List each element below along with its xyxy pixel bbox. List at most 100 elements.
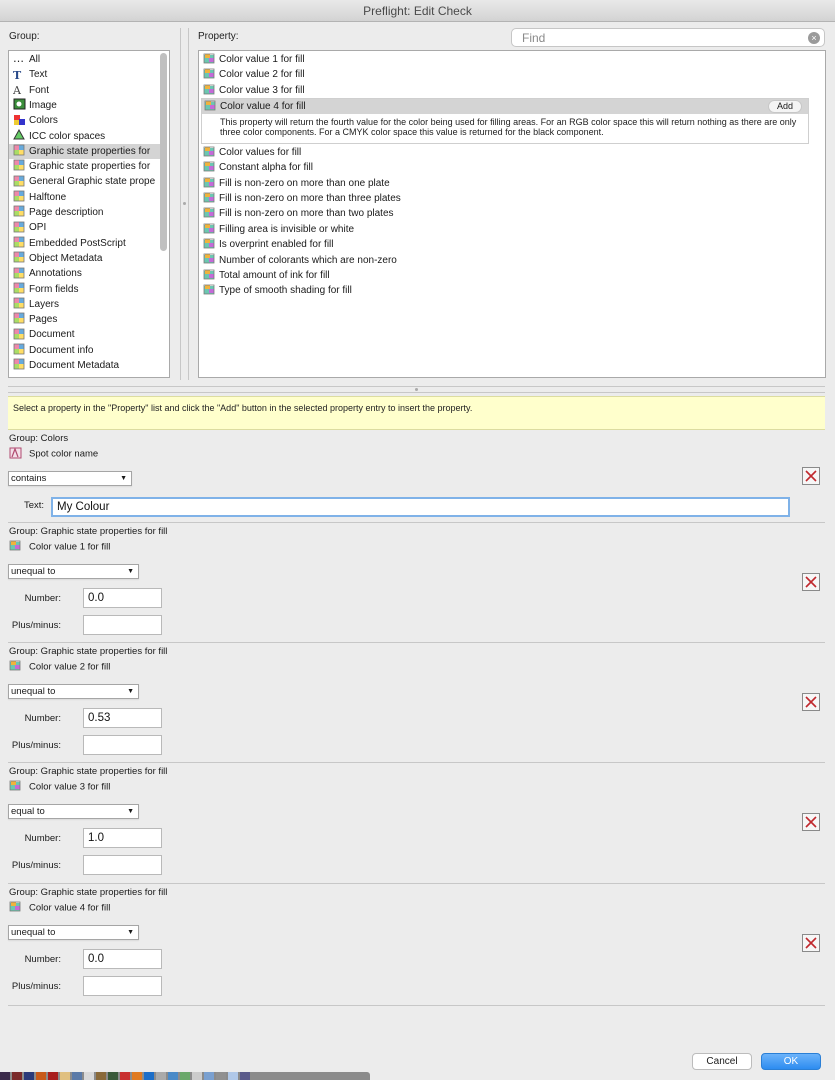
graphic-state-fill-icon (203, 192, 215, 203)
graphic-state-fill-icon (13, 144, 26, 156)
group-item[interactable]: Image (13, 98, 163, 113)
group-item[interactable]: … All (13, 52, 163, 67)
group-item[interactable]: A Font (12, 83, 163, 98)
group-item[interactable]: Graphic state properties for (13, 159, 163, 174)
property-item[interactable]: Color value 2 for fill (203, 67, 305, 82)
criterion-group-label: Group: Graphic state properties for fill (9, 646, 168, 657)
remove-criterion-button[interactable] (802, 693, 820, 711)
property-item-label: Constant alpha for fill (219, 162, 313, 174)
page-description-icon (13, 205, 26, 217)
property-item[interactable]: Type of smooth shading for fill (203, 283, 352, 298)
graphic-state-fill-icon (9, 660, 22, 672)
ok-button[interactable]: OK (761, 1053, 821, 1070)
criterion-property-label: Color value 4 for fill (29, 902, 111, 914)
dock-app-icon (132, 1072, 142, 1080)
group-item[interactable]: Form fields (13, 282, 163, 297)
delete-x-icon (805, 816, 817, 828)
operator-select[interactable]: unequal to ▼ (8, 564, 139, 579)
graphic-state-fill-icon (9, 780, 22, 792)
delete-x-icon (805, 937, 817, 949)
group-item[interactable]: ICC color spaces (13, 128, 163, 144)
group-item[interactable]: OPI (13, 220, 163, 235)
group-list[interactable]: … All T Text A Font Image Colors ICC color space… (8, 50, 170, 378)
group-item[interactable]: Halftone (13, 190, 163, 205)
group-item-label: General Graphic state prope (29, 176, 156, 188)
text-field[interactable]: My Colour (51, 497, 790, 517)
group-item[interactable]: Embedded PostScript (13, 236, 163, 251)
property-item[interactable]: Color values for fill (203, 145, 301, 160)
plus-minus-field[interactable] (83, 976, 162, 996)
plus-minus-field[interactable] (83, 735, 162, 755)
selected-property-entry[interactable]: Color value 4 for fill Add This property… (201, 98, 809, 144)
group-item[interactable]: Document Metadata (13, 358, 163, 373)
property-item[interactable]: Color value 3 for fill (203, 83, 305, 98)
group-item-label: Text (29, 69, 48, 81)
graphic-state-fill-icon (203, 177, 215, 188)
group-item[interactable]: Layers (13, 297, 163, 312)
operator-select[interactable]: unequal to ▼ (8, 684, 139, 699)
graphic-state-fill-icon (203, 146, 215, 157)
property-item[interactable]: Fill is non-zero on more than one plate (203, 176, 390, 191)
dock-app-icon (84, 1072, 94, 1080)
group-item[interactable]: Pages (13, 312, 163, 327)
delete-x-icon (805, 470, 817, 482)
group-item[interactable]: Graphic state properties for (9, 143, 161, 159)
remove-criterion-button[interactable] (802, 573, 820, 591)
plus-minus-field[interactable] (83, 855, 162, 875)
criterion-property: Color value 1 for fill (9, 540, 110, 553)
remove-criterion-button[interactable] (802, 813, 820, 831)
group-item[interactable]: Colors (13, 113, 163, 128)
group-item-label: Document (29, 329, 75, 341)
text-field-label: Text: (23, 500, 44, 511)
clear-search-icon[interactable]: × (808, 32, 820, 44)
group-item[interactable]: General Graphic state prope (13, 174, 163, 189)
dock-app-icon (60, 1072, 70, 1080)
operator-select[interactable]: contains ▼ (8, 471, 132, 486)
criterion-property: Color value 2 for fill (9, 660, 110, 673)
property-item-label: Color value 3 for fill (219, 84, 305, 96)
group-item[interactable]: T Text (13, 67, 163, 82)
svg-text:…: … (13, 52, 24, 64)
property-item[interactable]: Is overprint enabled for fill (203, 237, 334, 252)
group-item[interactable]: Document (13, 327, 163, 342)
property-item[interactable]: Fill is non-zero on more than two plates (203, 206, 394, 221)
property-list[interactable]: Color value 1 for fill Color value 2 for … (198, 50, 826, 378)
property-item[interactable]: Total amount of ink for fill (203, 268, 330, 283)
icc-icon (13, 128, 26, 141)
property-item[interactable]: Fill is non-zero on more than three plat… (203, 191, 401, 206)
property-item[interactable]: Constant alpha for fill (203, 160, 313, 175)
remove-criterion-button[interactable] (802, 934, 820, 952)
number-field[interactable]: 0.53 (83, 708, 162, 728)
criterion-property-label: Spot color name (29, 448, 99, 460)
graphic-state-fill-icon (203, 84, 215, 95)
property-item[interactable]: Color value 1 for fill (203, 52, 305, 67)
property-search[interactable]: × (511, 28, 825, 47)
search-input[interactable] (522, 30, 802, 45)
document-info-icon (13, 343, 26, 355)
postscript-icon (13, 236, 26, 248)
group-item-label: OPI (29, 222, 47, 234)
dock-app-icon (228, 1072, 238, 1080)
svg-text:A: A (13, 84, 22, 95)
group-item[interactable]: Object Metadata (13, 251, 163, 266)
group-item[interactable]: Annotations (13, 266, 163, 281)
cancel-button[interactable]: Cancel (692, 1053, 752, 1070)
chevron-down-icon: ▼ (127, 688, 134, 695)
operator-select[interactable]: equal to ▼ (8, 804, 139, 819)
group-list-scrollbar[interactable] (160, 53, 167, 251)
number-field[interactable]: 0.0 (83, 949, 162, 969)
remove-criterion-button[interactable] (802, 467, 820, 485)
group-item-label: Layers (29, 298, 60, 310)
number-field[interactable]: 1.0 (83, 828, 162, 848)
group-item[interactable]: Page description (13, 205, 163, 220)
dock-app-icon (216, 1072, 226, 1080)
group-item[interactable]: Document info (13, 343, 163, 358)
operator-select[interactable]: unequal to ▼ (8, 925, 139, 940)
property-item-label: Type of smooth shading for fill (219, 285, 352, 297)
add-property-button[interactable]: Add (767, 100, 802, 113)
property-item[interactable]: Number of colorants which are non-zero (203, 253, 397, 268)
property-item[interactable]: Filling area is invisible or white (203, 222, 354, 237)
criterion-group-label: Group: Graphic state properties for fill (9, 766, 168, 777)
plus-minus-field[interactable] (83, 615, 162, 635)
number-field[interactable]: 0.0 (83, 588, 162, 608)
